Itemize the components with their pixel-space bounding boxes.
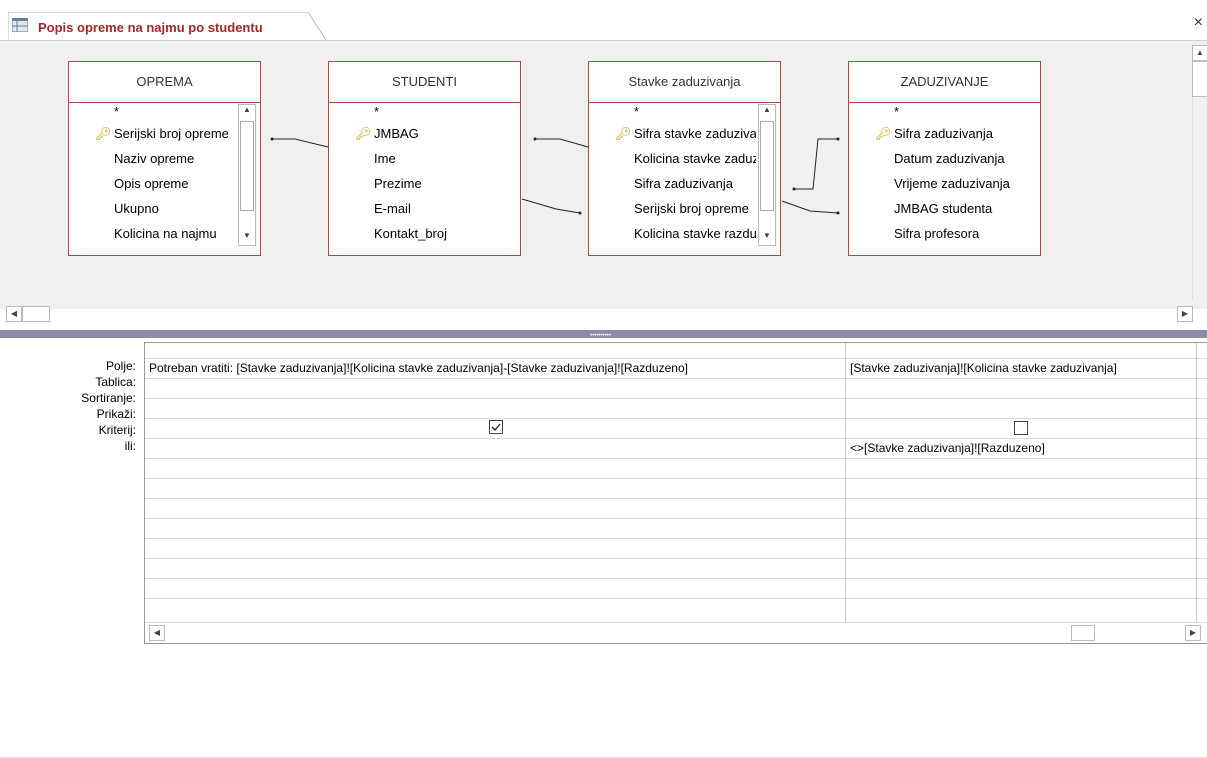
link-end (578, 211, 582, 215)
show-checkbox-checked[interactable] (489, 420, 503, 434)
link-end (270, 137, 274, 141)
diagram-horizontal-scrollbar[interactable]: ◀ ▶ (0, 306, 1207, 324)
query-tab[interactable]: Popis opreme na najmu po studentu (8, 12, 327, 40)
cell-field[interactable]: [Stavke zaduzivanja]![Kolicina stavke za… (850, 360, 1117, 376)
pane-splitter[interactable]: •••••••••• (0, 330, 1207, 339)
link-end (533, 137, 537, 141)
splitter-grip-icon[interactable]: •••••••••• (590, 333, 611, 339)
scroll-up-icon[interactable]: ▲ (1192, 45, 1207, 61)
relationship-line-studenti-stavke (521, 198, 581, 214)
relationship-line-stavke-zaduzivanje (794, 138, 838, 190)
scroll-thumb[interactable] (22, 306, 50, 322)
row-label-polje: Polje: (105, 359, 136, 373)
grid-row-labels: Polje: Tablica: Sortiranje: Prikaži: Kri… (0, 358, 140, 454)
relationship-line-oprema-stavke (272, 138, 329, 148)
scroll-left-icon[interactable]: ◀ (6, 306, 22, 322)
cell-criteria[interactable]: <>[Stavke zaduzivanja]![Razduzeno] (850, 440, 1045, 456)
relationship-lines (270, 137, 840, 215)
row-label-kriterij: Kriterij: (98, 423, 136, 437)
cell-field[interactable]: Potreban vratiti: [Stavke zaduzivanja]![… (149, 360, 688, 376)
grid-column-1[interactable]: Potreban vratiti: [Stavke zaduzivanja]![… (145, 343, 846, 623)
diagram-vertical-scrollbar[interactable]: ▲ (1192, 45, 1207, 300)
grid-column-2[interactable]: [Stavke zaduzivanja]![Kolicina stavke za… (846, 343, 1197, 623)
scroll-thumb[interactable] (1071, 625, 1095, 641)
link-end (836, 137, 840, 141)
document-tab-bar: Popis opreme na najmu po studentu × (0, 0, 1207, 40)
link-end (836, 211, 840, 215)
grid-horizontal-scrollbar[interactable]: ◀ ▶ (145, 622, 1207, 643)
link-end (792, 187, 796, 191)
row-label-ili: ili: (124, 439, 136, 453)
close-tab-icon[interactable]: × (1194, 14, 1203, 32)
tab-title: Popis opreme na najmu po studentu (38, 20, 263, 35)
relationship-line-studenti-zaduzivanje (535, 138, 589, 148)
show-checkbox-unchecked[interactable] (1014, 421, 1028, 435)
scroll-right-icon[interactable]: ▶ (1177, 306, 1193, 322)
scroll-thumb[interactable] (1192, 61, 1207, 97)
query-design-grid: Potreban vratiti: [Stavke zaduzivanja]![… (144, 342, 1207, 644)
relationship-line-stavke-zaduzivanje-2 (781, 200, 839, 214)
scroll-right-icon[interactable]: ▶ (1185, 625, 1201, 641)
query-design-diagram: OPREMA * 🔑︎ Serijski broj opreme Naziv op… (0, 40, 1207, 309)
row-label-tablica: Tablica: (95, 375, 136, 389)
scroll-left-icon[interactable]: ◀ (149, 625, 165, 641)
row-label-prikazi: Prikaži: (96, 407, 136, 421)
query-icon (12, 18, 28, 32)
row-label-sortiranje: Sortiranje: (81, 391, 136, 405)
